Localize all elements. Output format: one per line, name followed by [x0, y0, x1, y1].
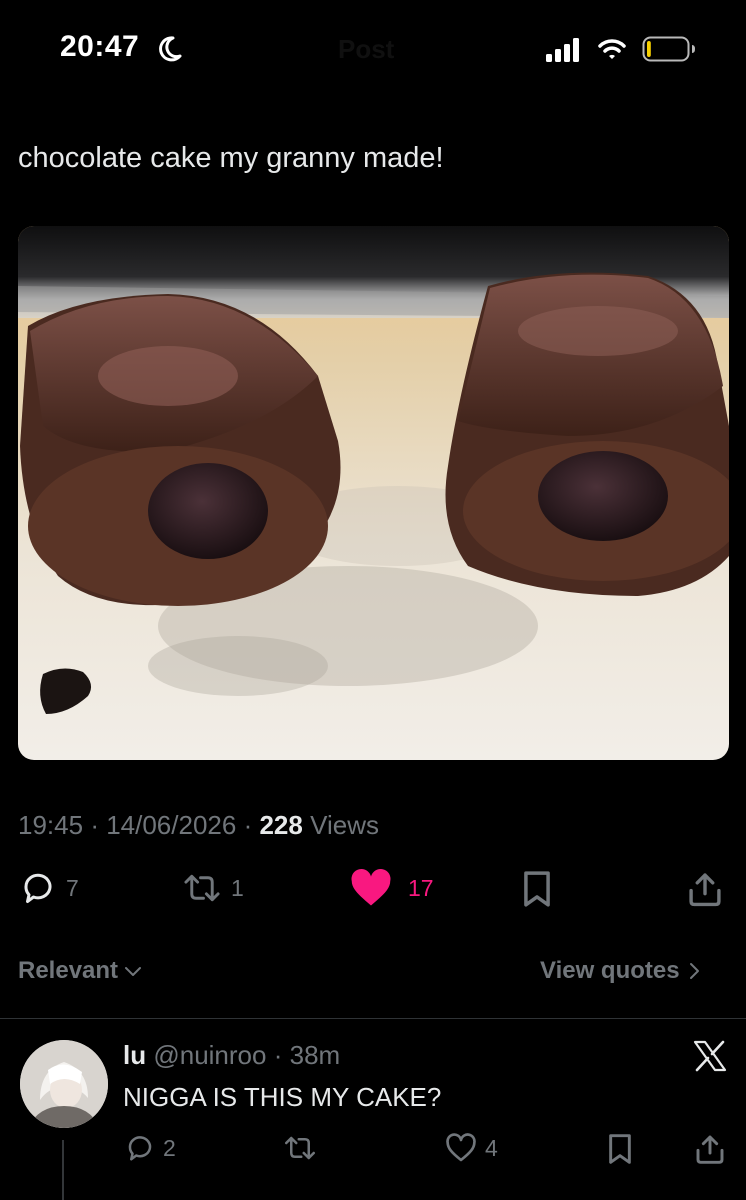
retweet-icon	[184, 874, 220, 902]
post-time: 19:45	[18, 810, 84, 840]
reply-icon	[24, 873, 52, 903]
avatar[interactable]	[20, 1040, 108, 1128]
chevron-down-icon	[125, 967, 142, 976]
reply-reply-count: 2	[163, 1134, 176, 1161]
share-icon	[696, 1135, 724, 1164]
thread-line	[62, 1140, 64, 1200]
status-time: 20:47	[60, 30, 140, 63]
cake-photo	[18, 226, 729, 760]
reply-author-name[interactable]: lu	[123, 1040, 146, 1070]
view-quotes-link[interactable]: View quotes	[540, 957, 700, 985]
reply-icon	[128, 1136, 152, 1161]
reply-count: 7	[66, 874, 79, 901]
reply-like-button[interactable]: 4	[445, 1133, 498, 1163]
reply-text: NIGGA IS THIS MY CAKE?	[123, 1082, 442, 1112]
like-button[interactable]: 17	[350, 868, 434, 908]
moon-icon	[159, 36, 182, 62]
view-quotes-label: View quotes	[540, 957, 680, 984]
signal-icon	[546, 38, 579, 62]
reply-reply-button[interactable]: 2	[125, 1133, 176, 1163]
x-logo-icon[interactable]	[693, 1040, 727, 1072]
bookmark-icon	[524, 871, 550, 907]
reply-share-button[interactable]	[695, 1133, 725, 1165]
heart-outline-icon	[446, 1133, 476, 1162]
share-icon	[689, 873, 721, 907]
bookmark-button[interactable]	[520, 870, 554, 908]
repost-count: 1	[231, 874, 244, 901]
repost-button[interactable]: 1	[183, 870, 244, 906]
wifi-icon	[598, 39, 626, 59]
relevant-filter-label: Relevant	[18, 957, 119, 984]
post-text: chocolate cake my granny made!	[18, 142, 444, 174]
post-meta: 19:45 · 14/06/2026 · 228 Views	[18, 810, 379, 840]
reply-age: 38m	[289, 1040, 341, 1070]
divider	[0, 1018, 746, 1019]
chevron-right-icon	[689, 963, 699, 979]
reply-bookmark-button[interactable]	[606, 1133, 634, 1165]
avatar-image	[20, 1040, 108, 1128]
share-button[interactable]	[688, 870, 722, 908]
retweet-icon	[285, 1136, 315, 1160]
heart-filled-icon	[351, 868, 391, 906]
relevant-filter-dropdown[interactable]: Relevant	[18, 957, 142, 985]
post-image[interactable]	[18, 226, 729, 760]
reply-like-count: 4	[485, 1134, 498, 1161]
reply-button[interactable]: 7	[20, 870, 79, 906]
post-date: 14/06/2026	[106, 810, 237, 840]
reply-header: lu @nuinroo · 38m	[123, 1040, 341, 1070]
post-views-count: 228	[259, 810, 303, 840]
nav-title: Post	[338, 34, 395, 64]
bookmark-icon	[609, 1134, 631, 1164]
post-views-label: Views	[310, 810, 379, 840]
battery-icon	[642, 36, 695, 62]
reply-author-handle[interactable]: @nuinroo	[153, 1040, 266, 1070]
reply-repost-button[interactable]	[283, 1133, 317, 1163]
like-count: 17	[408, 874, 434, 901]
